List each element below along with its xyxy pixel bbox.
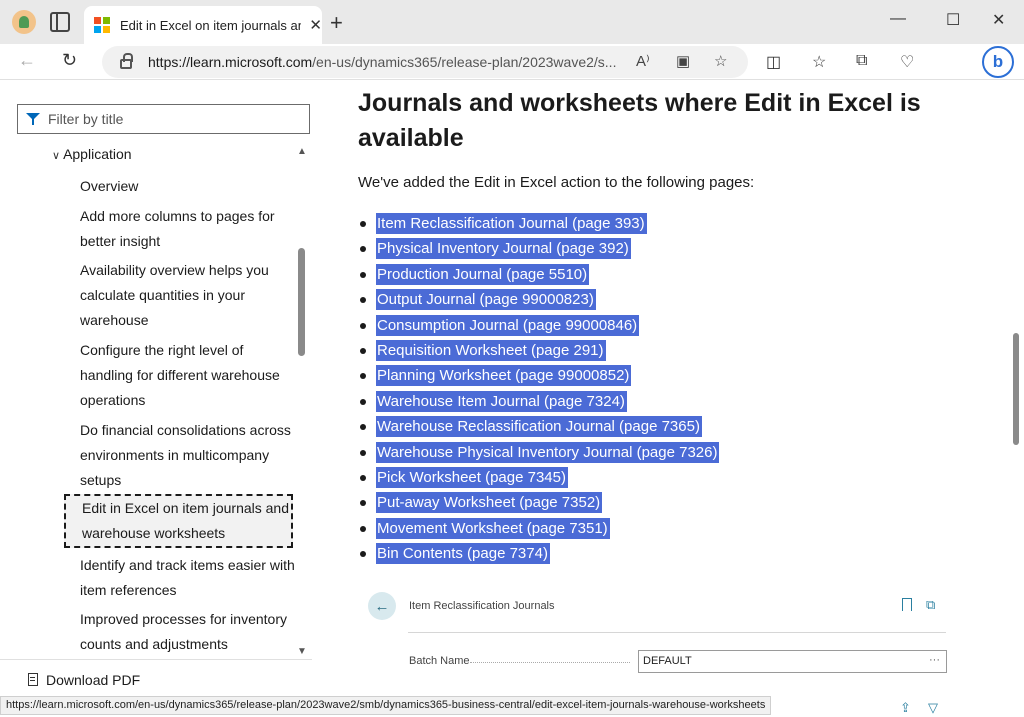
split-screen-icon[interactable]: ◫ <box>766 52 781 72</box>
app-available-icon[interactable]: ▣ <box>676 52 690 70</box>
filter-icon <box>26 113 40 125</box>
back-icon[interactable]: ← <box>18 50 36 71</box>
url-text[interactable]: https://learn.microsoft.com/en-us/dynami… <box>148 54 618 70</box>
filter-placeholder[interactable]: Filter by title <box>48 111 123 127</box>
page-link[interactable]: Consumption Journal (page 99000846) <box>376 314 640 336</box>
bing-copilot-icon[interactable]: b <box>982 46 1014 78</box>
page-link[interactable]: Warehouse Item Journal (page 7324) <box>376 390 627 412</box>
collections-icon[interactable]: ⧉ <box>856 52 867 70</box>
chevron-down-icon[interactable]: ∨ <box>52 149 60 162</box>
batch-name-field: DEFAULT ··· <box>638 650 947 673</box>
page-link[interactable]: Pick Worksheet (page 7345) <box>376 466 568 488</box>
download-pdf-label[interactable]: Download PDF <box>46 672 140 688</box>
page: Filter by title ∨ Application Overview Ad… <box>0 80 1024 717</box>
profile-icon[interactable] <box>12 10 36 34</box>
list-item: Put-away Worksheet (page 7352) <box>359 490 719 515</box>
toc-item[interactable]: Improved processes for inventory counts … <box>80 607 296 657</box>
toc-section-label[interactable]: Application <box>63 146 132 162</box>
filter-by-title-input[interactable]: Filter by title <box>17 104 310 134</box>
list-item: Warehouse Item Journal (page 7324) <box>359 389 719 414</box>
bing-label: b <box>992 52 1004 71</box>
toc-item[interactable]: Overview <box>80 174 296 199</box>
article-intro: We've added the Edit in Excel action to … <box>358 174 755 191</box>
list-item: Warehouse Reclassification Journal (page… <box>359 414 719 439</box>
page-link[interactable]: Put-away Worksheet (page 7352) <box>376 492 603 514</box>
list-item: Physical Inventory Journal (page 392) <box>359 236 719 261</box>
toc-section-application[interactable]: ∨ Application <box>52 146 132 162</box>
list-item: Consumption Journal (page 99000846) <box>359 313 719 338</box>
status-bar-url: https://learn.microsoft.com/en-us/dynami… <box>0 696 772 715</box>
page-link[interactable]: Physical Inventory Journal (page 392) <box>376 238 631 260</box>
filter-icon: ▽ <box>928 700 938 715</box>
tab-actions-icon[interactable] <box>50 12 70 32</box>
read-aloud-icon[interactable]: A⁾ <box>636 52 650 70</box>
toc-scroll-down-icon[interactable]: ▼ <box>297 646 307 657</box>
page-link[interactable]: Planning Worksheet (page 99000852) <box>376 365 632 387</box>
list-item: Warehouse Physical Inventory Journal (pa… <box>359 440 720 465</box>
favorite-star-icon[interactable]: ☆ <box>714 52 727 70</box>
lock-icon[interactable] <box>120 53 133 69</box>
address-bar[interactable]: https://learn.microsoft.com/en-us/dynami… <box>102 46 748 78</box>
toc-item[interactable]: Do financial consolidations across envir… <box>80 418 296 493</box>
page-link[interactable]: Movement Worksheet (page 7351) <box>376 517 610 539</box>
browser-tab[interactable]: Edit in Excel on item journals and wareh… <box>84 6 322 44</box>
page-link[interactable]: Output Journal (page 99000823) <box>376 289 596 311</box>
tab-close-button[interactable]: ✕ <box>309 16 322 34</box>
toc-item[interactable]: Availability overview helps you calculat… <box>80 258 296 333</box>
list-item: Production Journal (page 5510) <box>359 262 719 287</box>
download-pdf-link[interactable]: Download PDF <box>0 659 312 699</box>
new-tab-button[interactable]: + <box>330 10 343 36</box>
embedded-page-title: Item Reclassification Journals <box>409 600 555 612</box>
open-in-new-icon: ⧉ <box>926 597 936 612</box>
list-item: Bin Contents (page 7374) <box>359 541 719 566</box>
page-link[interactable]: Warehouse Reclassification Journal (page… <box>376 416 702 438</box>
tab-bar: Edit in Excel on item journals and wareh… <box>0 0 1024 44</box>
page-scrollbar-thumb[interactable] <box>1013 333 1019 445</box>
page-link[interactable]: Production Journal (page 5510) <box>376 263 590 285</box>
microsoft-logo-icon <box>94 17 110 33</box>
toc-item[interactable]: Add more columns to pages for better ins… <box>80 204 296 254</box>
document-icon <box>28 673 38 686</box>
toc-item-active[interactable]: Edit in Excel on item journals and wareh… <box>64 494 293 548</box>
bookmark-icon <box>902 598 912 611</box>
share-icon: ⇪ <box>900 700 911 715</box>
tab-title: Edit in Excel on item journals and wareh… <box>120 17 302 33</box>
page-link[interactable]: Bin Contents (page 7374) <box>376 543 550 565</box>
page-link[interactable]: Warehouse Physical Inventory Journal (pa… <box>376 441 720 463</box>
toc-scrollbar-thumb[interactable] <box>298 248 305 356</box>
batch-name-label: Batch Name <box>409 655 470 667</box>
more-options-icon: ··· <box>929 654 940 666</box>
toc-scroll-up-icon[interactable]: ▲ <box>297 146 307 157</box>
refresh-icon[interactable]: ↻ <box>62 50 77 71</box>
back-arrow-icon: ← <box>368 592 396 620</box>
divider <box>408 632 946 633</box>
list-item: Item Reclassification Journal (page 393) <box>359 211 719 236</box>
batch-name-value: DEFAULT <box>643 655 692 667</box>
toc-item[interactable]: Configure the right level of handling fo… <box>80 338 296 413</box>
toc-item[interactable]: Identify and track items easier with ite… <box>80 553 296 603</box>
dotted-leader <box>470 662 630 663</box>
list-item: Output Journal (page 99000823) <box>359 287 719 312</box>
close-window-button[interactable]: ✕ <box>992 10 1005 30</box>
page-link[interactable]: Requisition Worksheet (page 291) <box>376 339 606 361</box>
page-link[interactable]: Item Reclassification Journal (page 393) <box>376 213 647 234</box>
list-item: Pick Worksheet (page 7345) <box>359 465 719 490</box>
pages-list: Item Reclassification Journal (page 393)… <box>359 211 720 566</box>
list-item: Requisition Worksheet (page 291) <box>359 338 719 363</box>
table-of-contents: ∨ Application Overview Add more columns t… <box>0 142 312 662</box>
article-heading: Journals and worksheets where Edit in Ex… <box>358 89 921 152</box>
list-item: Planning Worksheet (page 99000852) <box>359 363 719 388</box>
browser-essentials-icon[interactable]: ♡ <box>900 52 914 72</box>
minimize-button[interactable]: — <box>890 10 906 28</box>
list-item: Movement Worksheet (page 7351) <box>359 516 719 541</box>
browser-toolbar: ← ↻ https://learn.microsoft.com/en-us/dy… <box>0 44 1024 80</box>
maximize-button[interactable]: ☐ <box>946 10 960 30</box>
favorites-icon[interactable]: ☆ <box>812 52 826 72</box>
